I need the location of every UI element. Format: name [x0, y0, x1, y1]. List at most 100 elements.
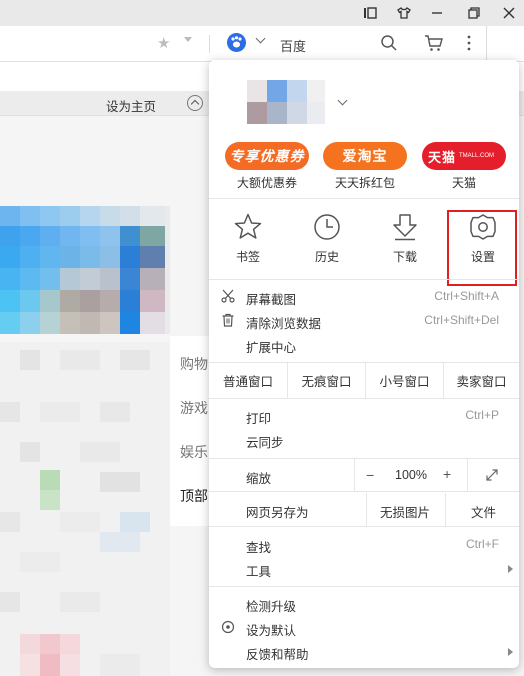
menu-item-label: 反馈和帮助	[246, 648, 309, 662]
search-icon[interactable]	[380, 34, 398, 55]
menu-item-label: 打印	[246, 412, 272, 426]
promo-aitaobao-title: 爱淘宝	[342, 148, 388, 164]
bookmarks-button[interactable]: 书签	[218, 212, 278, 265]
menu-item-label: 云同步	[246, 436, 284, 450]
divider	[209, 279, 519, 280]
menu-item-cloud-sync[interactable]: 云同步	[209, 429, 519, 451]
menu-item-label: 扩展中心	[246, 341, 297, 355]
divider	[366, 493, 367, 526]
search-engine-dropdown-icon[interactable]	[255, 33, 266, 44]
shortcut-text: Ctrl+F	[466, 537, 499, 551]
minimize-button[interactable]	[426, 3, 448, 23]
menu-item-label: 清除浏览数据	[246, 317, 322, 331]
fullscreen-icon[interactable]	[485, 468, 499, 485]
promo-coupon[interactable]: 专享优惠券 大额优惠券	[225, 142, 309, 191]
divider	[209, 586, 519, 587]
save-page-row: 网页另存为 无损图片 文件	[209, 493, 519, 527]
divider	[486, 26, 487, 62]
menu-item-set-default[interactable]: 设为默认	[209, 617, 519, 639]
menu-item-label: 屏幕截图	[246, 293, 297, 307]
save-file-button[interactable]: 文件	[471, 502, 496, 521]
search-engine-name[interactable]: 百度	[280, 36, 306, 55]
history-label: 历史	[314, 250, 339, 264]
avatar[interactable]	[247, 80, 325, 124]
menu-item-label: 检测升级	[246, 600, 297, 614]
cart-icon[interactable]	[424, 34, 444, 55]
star-outline-icon	[234, 213, 262, 239]
promo-aitaobao-label: 天天拆红包	[334, 176, 395, 190]
menu-item-label: 查找	[246, 541, 272, 555]
scissors-icon	[221, 289, 235, 306]
promo-coupon-label: 大额优惠券	[236, 176, 297, 190]
nav-item-entertainment[interactable]: 娱乐	[180, 442, 208, 462]
menu-item-print[interactable]: 打印 Ctrl+P	[209, 405, 519, 427]
divider	[445, 493, 446, 526]
page-side-nav: 购物 游戏 娱乐 顶部	[170, 336, 212, 526]
menu-item-check-update[interactable]: 检测升级	[209, 593, 519, 615]
pixelated-image	[0, 206, 170, 334]
sidebar-toggle-icon[interactable]	[359, 3, 381, 23]
submenu-arrow-icon	[508, 648, 513, 656]
divider	[209, 35, 210, 53]
save-lossless-image-button[interactable]: 无损图片	[380, 502, 430, 521]
nav-item-shopping[interactable]: 购物	[180, 354, 208, 374]
window-options-row: 普通窗口 无痕窗口 小号窗口 卖家窗口	[209, 362, 519, 399]
downloads-label: 下载	[392, 250, 417, 264]
history-button[interactable]: 历史	[297, 212, 357, 265]
divider	[354, 459, 355, 491]
radio-circle-icon	[221, 620, 235, 637]
save-page-label[interactable]: 网页另存为	[246, 502, 309, 521]
promo-aitaobao[interactable]: 爱淘宝 天天拆红包	[323, 142, 407, 191]
baidu-paw-icon[interactable]	[227, 33, 246, 52]
promo-tmall-label: 天猫	[451, 176, 476, 190]
seller-window-button[interactable]: 卖家窗口	[444, 363, 519, 398]
address-dropdown-icon[interactable]	[184, 37, 192, 42]
menu-item-tools[interactable]: 工具	[209, 558, 519, 580]
menu-item-find[interactable]: 查找 Ctrl+F	[209, 534, 519, 556]
divider	[467, 459, 468, 491]
trash-icon	[221, 313, 235, 330]
nav-item-games[interactable]: 游戏	[180, 398, 208, 418]
promo-tmall-title: 天猫	[428, 149, 457, 165]
promo-aitaobao-badge[interactable]: 爱淘宝	[323, 142, 407, 170]
downloads-button[interactable]: 下载	[375, 212, 435, 265]
promo-coupon-title: 专享优惠券	[229, 148, 305, 164]
more-menu-icon[interactable]	[466, 35, 472, 54]
collapse-up-icon[interactable]	[187, 95, 203, 111]
normal-window-button[interactable]: 普通窗口	[209, 363, 288, 398]
account-dropdown-icon[interactable]	[337, 95, 348, 106]
account-profile[interactable]	[209, 60, 519, 136]
promo-tmall-badge[interactable]: 天猫 TMALL.COM	[422, 142, 506, 170]
zoom-out-button[interactable]: −	[366, 467, 374, 483]
menu-item-label: 设为默认	[246, 624, 297, 638]
menu-item-feedback-help[interactable]: 反馈和帮助	[209, 641, 519, 663]
alt-account-window-button[interactable]: 小号窗口	[366, 363, 444, 398]
promo-tmall[interactable]: 天猫 TMALL.COM 天猫	[422, 142, 506, 191]
address-bar: ★ 百度	[0, 26, 524, 62]
menu-item-label: 工具	[246, 565, 272, 579]
shortcut-text: Ctrl+P	[465, 408, 499, 422]
submenu-arrow-icon	[508, 565, 513, 573]
close-button[interactable]	[498, 3, 520, 23]
bookmark-star-icon[interactable]: ★	[157, 34, 170, 52]
menu-item-extensions[interactable]: 扩展中心	[209, 334, 519, 356]
shortcut-text: Ctrl+Shift+A	[434, 289, 499, 303]
clock-icon	[314, 214, 340, 240]
divider	[209, 198, 519, 199]
browser-main-menu: 专享优惠券 大额优惠券 爱淘宝 天天拆红包 天猫 TMALL.COM 天猫 书签…	[209, 60, 519, 668]
pixelated-content	[0, 342, 170, 676]
bookmarks-label: 书签	[235, 250, 260, 264]
incognito-window-button[interactable]: 无痕窗口	[288, 363, 366, 398]
zoom-row: 缩放 − 100% +	[209, 458, 519, 492]
nav-item-top[interactable]: 顶部	[180, 486, 208, 506]
zoom-in-button[interactable]: +	[443, 466, 451, 482]
skin-shirt-icon[interactable]	[393, 3, 415, 23]
zoom-label: 缩放	[246, 472, 272, 486]
menu-item-screenshot[interactable]: 屏幕截图 Ctrl+Shift+A	[209, 286, 519, 308]
download-icon	[393, 214, 417, 241]
promo-coupon-badge[interactable]: 专享优惠券	[225, 142, 309, 170]
set-homepage-link[interactable]: 设为主页	[106, 96, 156, 115]
restore-button[interactable]	[463, 3, 485, 23]
window-titlebar	[0, 0, 524, 26]
menu-item-clear-data[interactable]: 清除浏览数据 Ctrl+Shift+Del	[209, 310, 519, 332]
